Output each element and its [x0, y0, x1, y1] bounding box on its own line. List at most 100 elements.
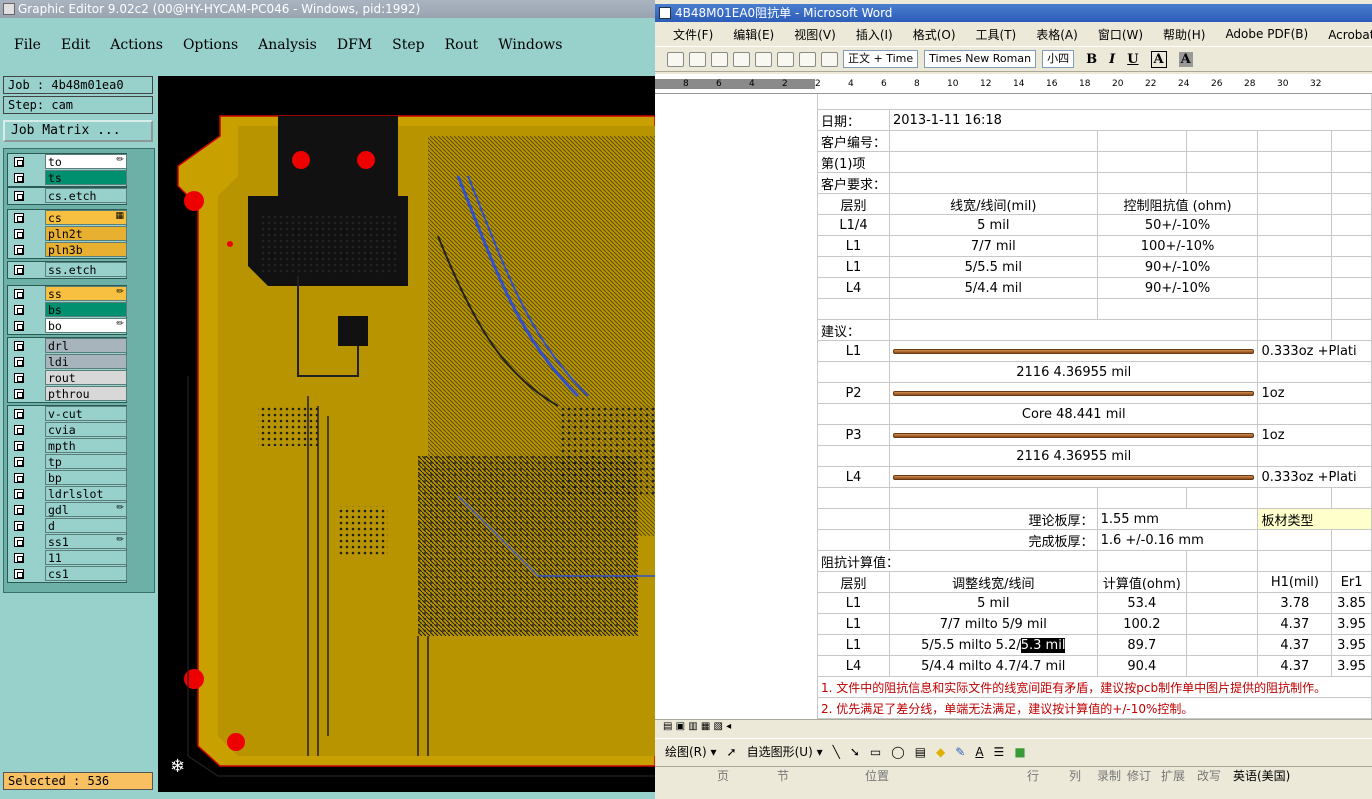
ge-menu-dfm[interactable]: DFM [337, 37, 372, 53]
layer-row-mpth[interactable]: mpth [8, 438, 127, 454]
layer-checkbox[interactable] [14, 537, 24, 547]
word-menu-item[interactable]: Adobe PDF(B) [1225, 27, 1308, 41]
font-select[interactable]: Times New Roman [924, 50, 1037, 68]
layer-row-drl[interactable]: drl [8, 338, 127, 354]
layer-row-d[interactable]: d [8, 518, 127, 534]
layer-name[interactable]: ldi [45, 354, 127, 369]
layer-name[interactable]: v-cut [45, 406, 127, 421]
layer-row-ss.etch[interactable]: ss.etch [8, 262, 127, 278]
layer-name[interactable]: ss [45, 286, 127, 301]
textbox-icon[interactable]: ▤ [915, 745, 926, 759]
word-menu-item[interactable]: 插入(I) [856, 26, 893, 43]
layer-name[interactable]: mpth [45, 438, 127, 453]
word-menu-item[interactable]: 编辑(E) [733, 26, 774, 43]
style-select[interactable]: 正文 + Time [843, 50, 919, 68]
layer-row-ts[interactable]: ts [8, 170, 127, 186]
layer-row-bp[interactable]: bp [8, 470, 127, 486]
layer-checkbox[interactable] [14, 213, 24, 223]
layer-checkbox[interactable] [14, 425, 24, 435]
select-arrow-icon[interactable]: ➚ [727, 745, 737, 759]
layer-checkbox[interactable] [14, 191, 24, 201]
draw-menu[interactable]: 绘图(R) ▾ [665, 743, 717, 760]
ge-menu-edit[interactable]: Edit [61, 37, 90, 53]
layer-row-ldi[interactable]: ldi [8, 354, 127, 370]
layer-checkbox[interactable] [14, 489, 24, 499]
layer-row-bs[interactable]: bs [8, 302, 127, 318]
layer-checkbox[interactable] [14, 409, 24, 419]
ge-menu-file[interactable]: File [14, 37, 41, 53]
layer-row-11[interactable]: 11 [8, 550, 127, 566]
layer-name[interactable]: rout [45, 370, 127, 385]
layer-row-pln2t[interactable]: pln2t [8, 226, 127, 242]
arrow-icon[interactable]: ➘ [850, 745, 860, 759]
paste-icon[interactable] [777, 51, 794, 67]
rectangle-icon[interactable]: ▭ [870, 745, 881, 759]
layer-checkbox[interactable] [14, 373, 24, 383]
layer-name[interactable]: ss1 [45, 534, 127, 549]
size-select[interactable]: 小四 [1042, 50, 1075, 68]
print-icon[interactable] [733, 51, 750, 67]
layer-name[interactable]: drl [45, 338, 127, 353]
layer-name[interactable]: ldrlslot [45, 486, 127, 501]
layer-name[interactable]: cs1 [45, 566, 127, 581]
layer-name[interactable]: 11 [45, 550, 127, 565]
layer-name[interactable]: d [45, 518, 127, 533]
layer-checkbox[interactable] [14, 289, 24, 299]
shadow-icon[interactable]: ■ [1014, 745, 1025, 759]
layer-checkbox[interactable] [14, 473, 24, 483]
underline-button[interactable]: U [1127, 52, 1138, 67]
open-folder-icon[interactable] [689, 51, 706, 67]
layer-name[interactable]: pln2t [45, 226, 127, 241]
layer-checkbox[interactable] [14, 553, 24, 563]
fill-color-icon[interactable]: ◆ [936, 745, 945, 759]
layer-name[interactable]: pthrou [45, 386, 127, 401]
ge-menu-actions[interactable]: Actions [110, 37, 163, 53]
layer-name[interactable]: bp [45, 470, 127, 485]
char-shade-button[interactable]: A [1178, 51, 1193, 67]
layer-row-bo[interactable]: bo ✏ [8, 318, 127, 334]
oval-icon[interactable]: ◯ [891, 745, 904, 759]
layer-checkbox[interactable] [14, 305, 24, 315]
horizontal-ruler[interactable]: 8 6 4 2 2 4 6 8 10 12 14 16 18 20 22 24 26 28 30 32 [655, 74, 1372, 94]
new-doc-icon[interactable] [667, 51, 684, 67]
insert-icon[interactable] [821, 51, 838, 67]
word-menu-item[interactable]: 格式(O) [913, 26, 956, 43]
layer-checkbox[interactable] [14, 157, 24, 167]
layer-row-gdl[interactable]: gdl ✏ [8, 502, 127, 518]
layer-checkbox[interactable] [14, 357, 24, 367]
word-menu-item[interactable]: 表格(A) [1036, 26, 1078, 43]
layer-row-pthrou[interactable]: pthrou [8, 386, 127, 402]
word-menu-item[interactable]: Acrobat 注释(C) [1328, 26, 1372, 43]
layer-name[interactable]: to [45, 154, 127, 169]
layer-name[interactable]: ts [45, 170, 127, 185]
layer-name[interactable]: bs [45, 302, 127, 317]
layer-checkbox[interactable] [14, 245, 24, 255]
layer-row-v-cut[interactable]: v-cut [8, 406, 127, 422]
ge-menu-options[interactable]: Options [183, 37, 238, 53]
job-matrix-button[interactable]: Job Matrix ... [3, 120, 153, 142]
layer-row-to[interactable]: to ✏ [8, 154, 127, 170]
layer-checkbox[interactable] [14, 569, 24, 579]
word-menu-item[interactable]: 视图(V) [794, 26, 836, 43]
layer-name[interactable]: ss.etch [45, 262, 127, 277]
layer-name[interactable]: gdl [45, 502, 127, 517]
layer-row-cs.etch[interactable]: cs.etch [8, 188, 127, 204]
ge-menu-windows[interactable]: Windows [498, 37, 562, 53]
layer-name[interactable]: tp [45, 454, 127, 469]
layer-checkbox[interactable] [14, 457, 24, 467]
save-icon[interactable] [711, 51, 728, 67]
cut-icon[interactable] [755, 51, 772, 67]
ge-menu-analysis[interactable]: Analysis [258, 37, 317, 53]
bold-button[interactable]: B [1086, 52, 1097, 67]
layer-name[interactable]: cs.etch [45, 188, 127, 203]
word-menu-item[interactable]: 工具(T) [976, 26, 1017, 43]
line-style-icon[interactable]: ☰ [994, 745, 1005, 759]
ge-menu-rout[interactable]: Rout [445, 37, 479, 53]
layer-checkbox[interactable] [14, 441, 24, 451]
layer-row-cs1[interactable]: cs1 [8, 566, 127, 582]
word-menu-item[interactable]: 窗口(W) [1098, 26, 1143, 43]
layer-checkbox[interactable] [14, 265, 24, 275]
snowflake-icon[interactable]: ❄ [170, 756, 185, 777]
layer-row-rout[interactable]: rout [8, 370, 127, 386]
layer-name[interactable]: pln3b [45, 242, 127, 257]
